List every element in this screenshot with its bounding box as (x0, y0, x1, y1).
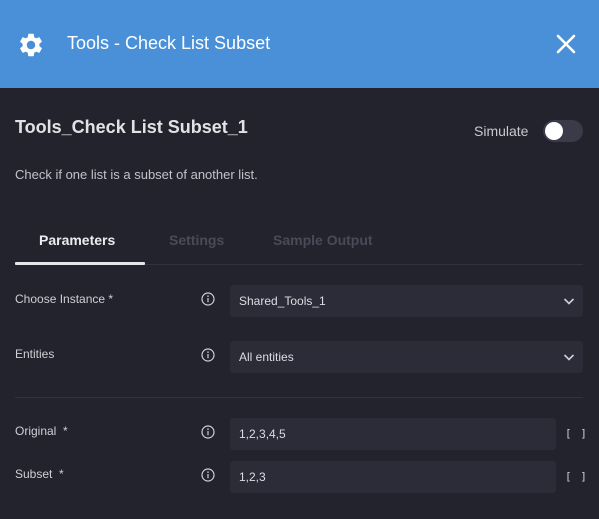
original-input[interactable]: 1,2,3,4,5 (230, 418, 556, 450)
instance-value: Shared_Tools_1 (239, 294, 326, 308)
toggle-knob (545, 122, 563, 140)
entities-label: Entities (15, 347, 55, 361)
subset-label: Subset * (15, 467, 64, 481)
dialog-title: Tools - Check List Subset (67, 33, 271, 53)
original-label: Original * (15, 424, 68, 438)
instance-label: Choose Instance * (15, 292, 114, 306)
instance-select[interactable]: Shared_Tools_1 (230, 285, 583, 317)
entities-value: All entities (239, 350, 294, 364)
node-description: Check if one list is a subset of another… (15, 167, 258, 182)
list-brackets-icon[interactable]: [ ] (565, 470, 588, 483)
simulate-toggle[interactable] (543, 120, 583, 142)
tab-settings[interactable]: Settings (169, 232, 224, 248)
tab-sample-output[interactable]: Sample Output (273, 232, 373, 248)
info-icon[interactable] (201, 468, 215, 482)
info-icon[interactable] (201, 348, 215, 362)
subset-input[interactable]: 1,2,3 (230, 461, 556, 493)
entities-select[interactable]: All entities (230, 341, 583, 373)
node-name: Tools_Check List Subset_1 (15, 117, 248, 137)
subset-value: 1,2,3 (239, 470, 266, 484)
list-brackets-icon[interactable]: [ ] (565, 427, 588, 440)
close-icon[interactable] (555, 33, 577, 55)
simulate-label: Simulate (474, 123, 529, 139)
chevron-down-icon (563, 354, 575, 361)
original-value: 1,2,3,4,5 (239, 427, 286, 441)
info-icon[interactable] (201, 425, 215, 439)
tab-parameters[interactable]: Parameters (39, 232, 115, 248)
section-divider (15, 397, 583, 398)
gear-icon (20, 33, 42, 57)
info-icon[interactable] (201, 292, 215, 306)
chevron-down-icon (563, 298, 575, 305)
dialog-header: Tools - Check List Subset (0, 0, 599, 88)
active-tab-indicator (15, 262, 145, 265)
